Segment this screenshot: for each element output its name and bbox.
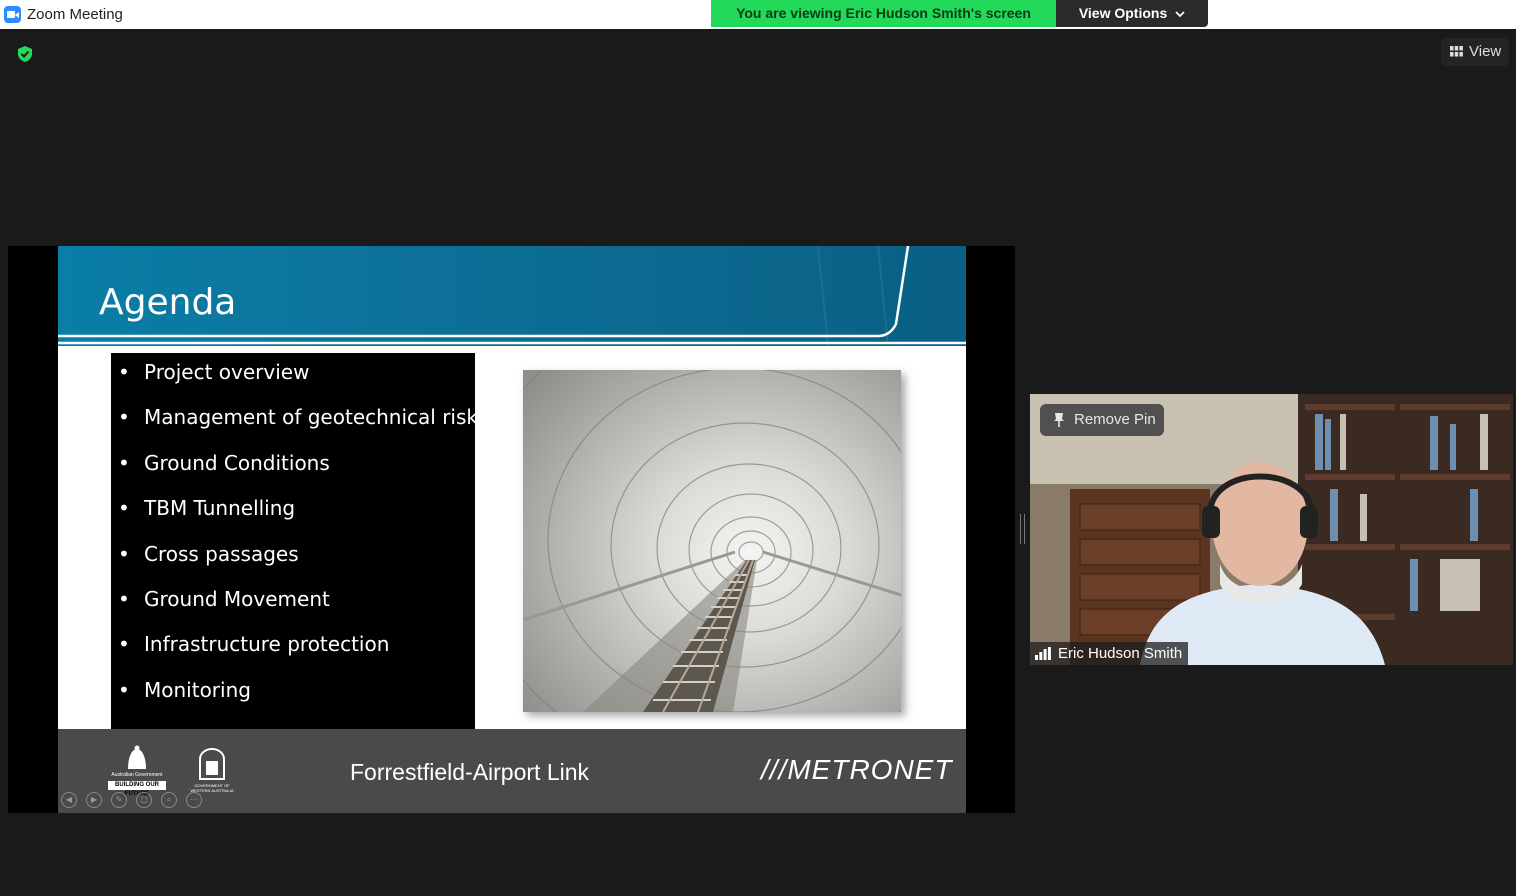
chevron-down-icon <box>1175 11 1185 18</box>
bullet: • <box>118 360 130 384</box>
more-icon[interactable]: ⋯ <box>186 792 202 808</box>
split-resize-handle[interactable] <box>1020 514 1025 544</box>
pin-icon <box>1054 413 1064 427</box>
agenda-item-text: Monitoring <box>144 678 251 702</box>
slide-footer: Australian Government BUILDING OUR FUTUR… <box>58 729 966 813</box>
viewing-screen-banner: You are viewing Eric Hudson Smith's scre… <box>711 0 1056 27</box>
agenda-item-text: TBM Tunnelling <box>144 496 296 520</box>
bullet: • <box>118 678 130 702</box>
window-title: Zoom Meeting <box>27 6 123 23</box>
remove-pin-button[interactable]: Remove Pin <box>1040 404 1164 436</box>
bullet: • <box>118 632 130 656</box>
agenda-item-text: Project overview <box>144 360 310 384</box>
bullet: • <box>118 451 130 475</box>
shield-check-icon[interactable] <box>16 45 34 63</box>
presentation-slide: Agenda • Project overview • Management of … <box>58 246 966 813</box>
agenda-item-text: Infrastructure protection <box>144 632 390 656</box>
view-layout-button[interactable]: View <box>1441 38 1509 66</box>
bullet: • <box>118 496 130 520</box>
zoom-app-icon <box>4 6 21 23</box>
gov-federal-line2: BUILDING OUR FUTURE <box>108 781 166 797</box>
view-options-button[interactable]: View Options <box>1056 0 1208 27</box>
wa-government-logo: GOVERNMENT OF WESTERN AUSTRALIA <box>190 745 234 793</box>
participant-name: Eric Hudson Smith <box>1058 645 1183 662</box>
gov-federal-line1: Australian Government <box>111 772 163 778</box>
crest-icon <box>128 745 146 769</box>
agenda-item-text: Ground Conditions <box>144 451 330 475</box>
slide-title: Agenda <box>99 282 237 323</box>
agenda-item-text: Management of geotechnical risk <box>144 405 478 429</box>
agenda-item-text: Ground Movement <box>144 587 330 611</box>
bullet: • <box>118 405 130 429</box>
tunnel-photo <box>523 370 901 712</box>
bullet: • <box>118 587 130 611</box>
metronet-mark: /// <box>761 754 788 785</box>
wa-crest-icon <box>199 747 225 780</box>
signal-strength-icon <box>1035 647 1051 660</box>
metronet-text: METRONET <box>787 754 953 785</box>
agenda-list: • Project overview • Management of geotech… <box>111 353 478 729</box>
slide-header: Agenda <box>58 246 966 351</box>
bullet: • <box>118 542 130 566</box>
remove-pin-label: Remove Pin <box>1074 411 1156 428</box>
zoom-icon[interactable]: ⌕ <box>161 792 177 808</box>
slides-icon[interactable]: ▢ <box>136 792 152 808</box>
shared-screen: Agenda • Project overview • Management of … <box>8 246 1015 813</box>
pen-icon[interactable]: ✎ <box>111 792 127 808</box>
australian-government-logo: Australian Government BUILDING OUR FUTUR… <box>108 745 166 797</box>
previous-icon[interactable]: ◀ <box>61 792 77 808</box>
participant-video[interactable]: Remove Pin Eric Hudson Smith <box>1030 394 1513 665</box>
agenda-item-text: Cross passages <box>144 542 299 566</box>
view-layout-label: View <box>1469 43 1502 60</box>
grid-icon <box>1450 46 1463 57</box>
tunnel-illustration <box>523 370 901 712</box>
window-titlebar: Zoom Meeting You are viewing Eric Hudson… <box>0 0 1516 29</box>
view-options-label: View Options <box>1078 5 1168 21</box>
participant-name-tag: Eric Hudson Smith <box>1030 642 1189 665</box>
footer-project-title: Forrestfield-Airport Link <box>350 759 590 785</box>
metronet-logo: ///METRONET <box>761 754 952 786</box>
next-icon[interactable]: ▶ <box>86 792 102 808</box>
